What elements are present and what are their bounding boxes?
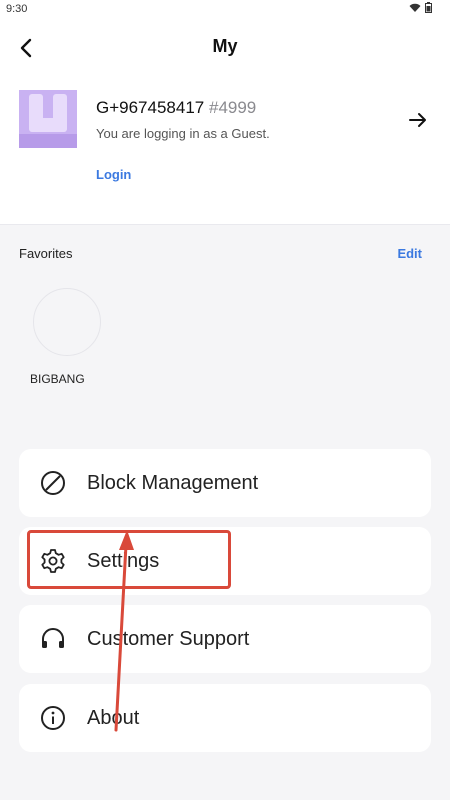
- menu-item-about[interactable]: About: [19, 684, 431, 752]
- page-title: My: [212, 36, 238, 56]
- block-icon: [39, 469, 67, 497]
- headphones-icon: [39, 625, 67, 653]
- user-tag: #4999: [208, 98, 257, 117]
- menu-item-settings[interactable]: Settings: [19, 527, 431, 595]
- login-link[interactable]: Login: [96, 167, 131, 182]
- menu-item-customer-support[interactable]: Customer Support: [19, 605, 431, 673]
- arrow-right-icon: [409, 113, 426, 127]
- status-icons: [409, 2, 432, 13]
- menu-item-label: Customer Support: [87, 627, 250, 650]
- avatar-image: [19, 90, 77, 148]
- favorites-label: Favorites: [19, 246, 73, 261]
- gear-icon: [39, 547, 67, 575]
- menu-item-label: About: [87, 706, 140, 729]
- menu-item-block-management[interactable]: Block Management: [19, 449, 431, 517]
- status-bar: 9:30: [0, 0, 450, 20]
- favorite-avatar: [33, 288, 101, 356]
- profile-arrow-button[interactable]: [406, 108, 430, 132]
- battery-icon: [425, 2, 432, 13]
- avatar[interactable]: [19, 90, 77, 148]
- favorite-name: BIGBANG: [30, 372, 85, 386]
- menu-item-label: Block Management: [87, 471, 259, 494]
- user-id-number: G+967458417: [96, 98, 205, 117]
- status-time: 9:30: [6, 3, 28, 15]
- menu-item-label: Settings: [87, 549, 160, 572]
- favorites-edit-link[interactable]: Edit: [397, 246, 422, 261]
- info-icon: [39, 704, 67, 732]
- wifi-icon: [409, 3, 421, 12]
- guest-note: You are logging in as a Guest.: [96, 126, 270, 141]
- user-id: G+967458417 #4999: [96, 98, 256, 118]
- profile-header: My G+967458417 #4999 You are logging in …: [0, 20, 450, 225]
- favorite-item-bigbang[interactable]: [33, 288, 101, 356]
